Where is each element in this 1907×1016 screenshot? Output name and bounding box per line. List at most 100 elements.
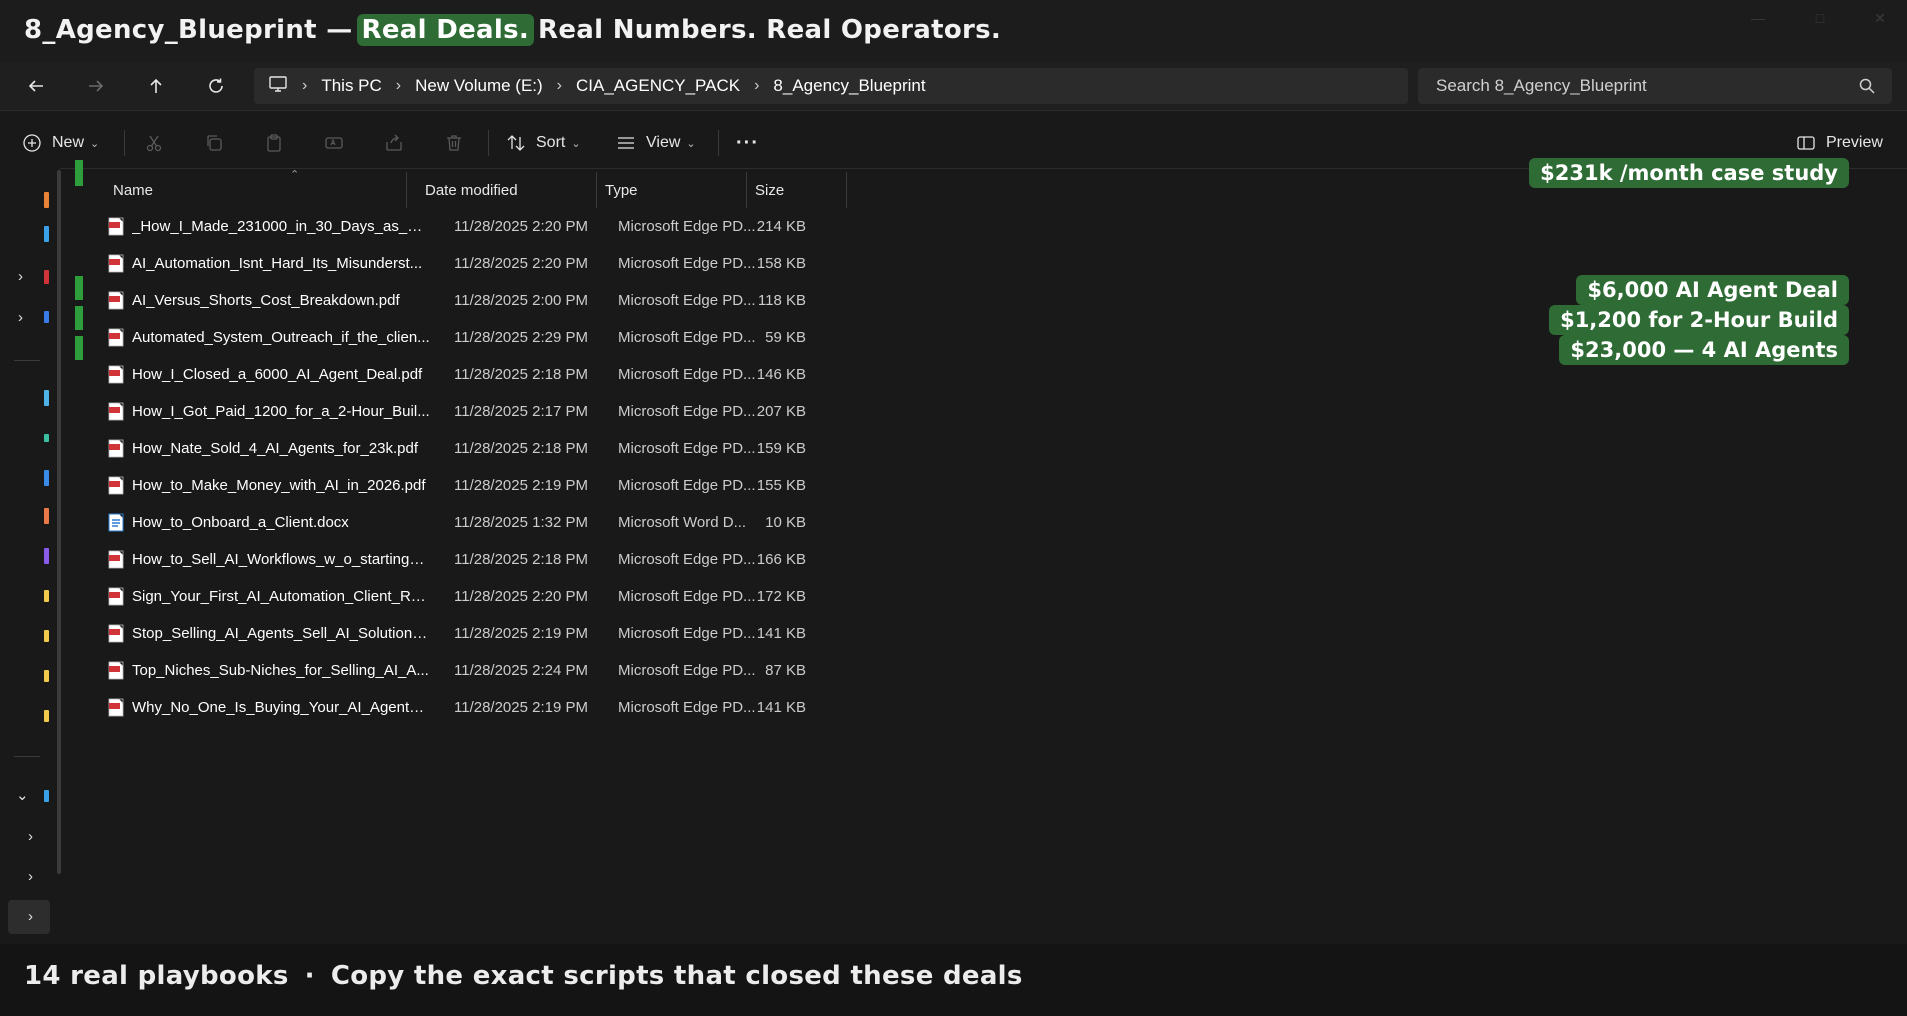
breadcrumb-new-volume[interactable]: New Volume (E:) [415, 76, 543, 96]
file-size: 159 KB [756, 440, 806, 457]
chevron-right-icon: › [556, 77, 562, 94]
file-row[interactable]: Top_Niches_Sub-Niches_for_Selling_AI_A..… [100, 652, 920, 689]
preview-pane-icon [1797, 136, 1815, 150]
file-row[interactable]: How_to_Make_Money_with_AI_in_2026.pdf 11/… [100, 467, 920, 504]
paste-button[interactable] [264, 127, 284, 159]
chevron-right-icon[interactable]: › [18, 268, 23, 285]
folder-icon [44, 710, 49, 722]
file-name: Stop_Selling_AI_Agents_Sell_AI_Solutions… [132, 625, 430, 642]
sidebar-scrollbar[interactable] [57, 170, 61, 874]
file-row[interactable]: How_I_Got_Paid_1200_for_a_2-Hour_Buil...… [100, 393, 920, 430]
file-date: 11/28/2025 2:18 PM [454, 440, 588, 457]
file-row[interactable]: Why_No_One_Is_Buying_Your_AI_Agents_... 1… [100, 689, 920, 726]
pictures-icon [44, 508, 49, 524]
column-date-label: Date modified [425, 181, 518, 199]
file-name: _How_I_Made_231000_in_30_Days_as_an_... [132, 218, 430, 235]
file-size: 158 KB [756, 255, 806, 272]
tagline-left: 14 real playbooks [24, 961, 289, 991]
file-date: 11/28/2025 2:19 PM [454, 625, 588, 642]
folder-icon [44, 192, 49, 208]
chevron-right-icon: › [302, 77, 308, 94]
delete-button[interactable] [444, 127, 464, 159]
scissors-icon [146, 135, 162, 152]
file-row[interactable]: AI_Versus_Shorts_Cost_Breakdown.pdf 11/28… [100, 282, 920, 319]
search-input[interactable] [1418, 68, 1892, 104]
forward-button[interactable] [80, 70, 112, 102]
file-date: 11/28/2025 2:20 PM [454, 255, 588, 272]
file-date: 11/28/2025 2:24 PM [454, 662, 588, 679]
file-date: 11/28/2025 2:19 PM [454, 477, 588, 494]
close-button[interactable]: ✕ [1860, 10, 1900, 30]
maximize-button[interactable]: □ [1800, 10, 1840, 30]
minimize-button[interactable]: — [1738, 10, 1778, 30]
pdf-file-icon [108, 476, 124, 495]
pdf-file-icon [108, 291, 124, 310]
bottom-banner: 14 real playbooks · Copy the exact scrip… [0, 944, 1907, 1016]
file-row[interactable]: How_I_Closed_a_6000_AI_Agent_Deal.pdf 11/… [100, 356, 920, 393]
file-row[interactable]: Sign_Your_First_AI_Automation_Client_Re.… [100, 578, 920, 615]
column-header-size[interactable]: Size [747, 172, 847, 208]
file-row[interactable]: Stop_Selling_AI_Agents_Sell_AI_Solutions… [100, 615, 920, 652]
column-name-label: Name [113, 181, 154, 199]
column-header-name[interactable]: Name ⌃ [105, 169, 407, 208]
file-date: 11/28/2025 2:18 PM [454, 366, 588, 383]
navigation-bar: › This PC › New Volume (E:) › CIA_AGENCY… [0, 62, 1907, 111]
file-row[interactable]: How_to_Sell_AI_Workflows_w_o_starting_..… [100, 541, 920, 578]
file-row[interactable]: Automated_System_Outreach_if_the_clien..… [100, 319, 920, 356]
file-size: 214 KB [756, 218, 806, 235]
chevron-right-icon[interactable]: › [28, 908, 33, 925]
pdf-file-icon [108, 217, 124, 236]
deal-badge-23000: $23,000 — 4 AI Agents [1559, 335, 1849, 365]
drive-icon [44, 311, 49, 323]
address-bar[interactable]: › This PC › New Volume (E:) › CIA_AGENCY… [254, 68, 1408, 104]
column-header-type[interactable]: Type [597, 172, 747, 208]
file-name: How_I_Got_Paid_1200_for_a_2-Hour_Buil... [132, 403, 430, 420]
pdf-file-icon [108, 439, 124, 458]
file-row[interactable]: _How_I_Made_231000_in_30_Days_as_an_... 1… [100, 208, 920, 245]
breadcrumb-current-folder[interactable]: 8_Agency_Blueprint [773, 76, 925, 96]
copy-button[interactable] [204, 127, 224, 159]
list-view-icon [618, 137, 634, 149]
more-options-button[interactable]: ··· [736, 127, 759, 159]
file-size: 166 KB [756, 551, 806, 568]
tagline-right: Copy the exact scripts that closed these… [330, 961, 1023, 991]
pdf-file-icon [108, 698, 124, 717]
file-date: 11/28/2025 2:17 PM [454, 403, 588, 420]
pdf-file-icon [108, 365, 124, 384]
breadcrumb-this-pc[interactable]: This PC [321, 76, 381, 96]
chevron-right-icon[interactable]: › [18, 309, 23, 326]
preview-button[interactable]: Preview [1796, 127, 1883, 159]
rename-button[interactable] [324, 127, 344, 159]
cut-button[interactable] [144, 127, 164, 159]
breadcrumb-cia-agency-pack[interactable]: CIA_AGENCY_PACK [576, 76, 740, 96]
pdf-file-icon [108, 550, 124, 569]
new-button[interactable]: New ⌄ [22, 127, 99, 159]
file-name: Sign_Your_First_AI_Automation_Client_Re.… [132, 588, 430, 605]
share-button[interactable] [384, 127, 404, 159]
file-name: How_Nate_Sold_4_AI_Agents_for_23k.pdf [132, 440, 419, 457]
chevron-down-icon[interactable]: ⌄ [16, 786, 29, 804]
arrow-right-icon [89, 80, 104, 92]
file-date: 11/28/2025 2:00 PM [454, 292, 588, 309]
view-button[interactable]: View ⌄ [616, 127, 696, 159]
file-date: 11/28/2025 2:19 PM [454, 699, 588, 716]
back-button[interactable] [20, 70, 52, 102]
rename-icon [325, 137, 343, 149]
column-header-date[interactable]: Date modified [417, 172, 597, 208]
file-size: 141 KB [756, 625, 806, 642]
file-size: 59 KB [765, 329, 806, 346]
file-row[interactable]: How_Nate_Sold_4_AI_Agents_for_23k.pdf 11/… [100, 430, 920, 467]
column-type-label: Type [605, 181, 638, 199]
this-pc-icon [268, 75, 288, 98]
file-row[interactable]: AI_Automation_Isnt_Hard_Its_Misunderst..… [100, 245, 920, 282]
drive-icon [44, 270, 49, 284]
chevron-right-icon[interactable]: › [28, 868, 33, 885]
tagline-separator: · [304, 961, 315, 991]
file-row[interactable]: How_to_Onboard_a_Client.docx 11/28/2025 1… [100, 504, 920, 541]
search-icon[interactable] [1858, 77, 1876, 95]
refresh-button[interactable] [200, 70, 232, 102]
up-button[interactable] [140, 70, 172, 102]
file-date: 11/28/2025 2:20 PM [454, 218, 588, 235]
chevron-right-icon[interactable]: › [28, 828, 33, 845]
sort-button[interactable]: Sort ⌄ [506, 127, 581, 159]
